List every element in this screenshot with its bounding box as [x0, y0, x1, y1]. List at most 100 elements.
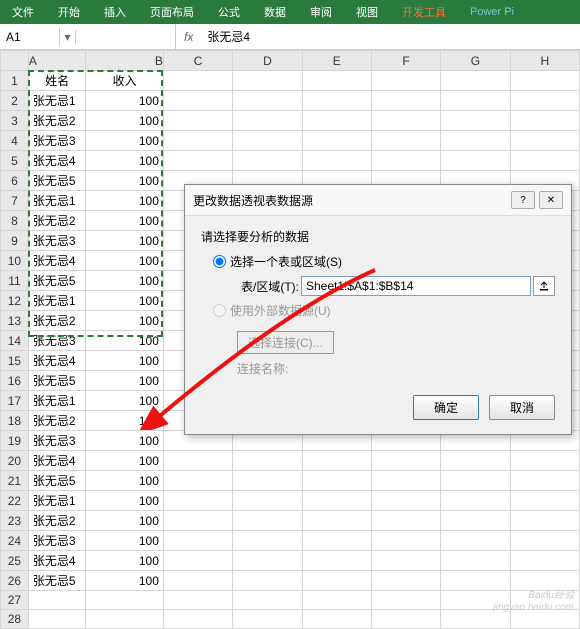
fx-icon[interactable]: fx	[176, 30, 201, 44]
tab-view[interactable]: 视图	[344, 0, 390, 24]
cell[interactable]	[163, 511, 232, 531]
cell[interactable]: 100	[86, 131, 163, 151]
cell[interactable]	[371, 511, 440, 531]
tab-data[interactable]: 数据	[252, 0, 298, 24]
cell[interactable]	[441, 131, 510, 151]
cell[interactable]	[441, 491, 510, 511]
cell[interactable]	[441, 151, 510, 171]
range-input[interactable]	[301, 276, 531, 296]
table-row[interactable]: 26张无忌5100	[1, 571, 580, 591]
cell[interactable]: 张无忌3	[28, 331, 86, 351]
table-row[interactable]: 3张无忌2100	[1, 111, 580, 131]
cell[interactable]: 张无忌1	[28, 191, 86, 211]
row-header[interactable]: 15	[1, 351, 29, 371]
row-header[interactable]: 25	[1, 551, 29, 571]
collapse-dialog-button[interactable]	[533, 276, 555, 296]
cell[interactable]	[163, 471, 232, 491]
row-header[interactable]: 18	[1, 411, 29, 431]
cell[interactable]: 100	[86, 171, 163, 191]
col-header-C[interactable]: C	[163, 51, 232, 71]
row-header[interactable]: 2	[1, 91, 29, 111]
row-header[interactable]: 12	[1, 291, 29, 311]
row-header[interactable]: 24	[1, 531, 29, 551]
cell[interactable]	[233, 151, 302, 171]
row-header[interactable]: 11	[1, 271, 29, 291]
cell[interactable]	[28, 591, 86, 610]
cell[interactable]	[163, 91, 232, 111]
cell[interactable]	[302, 131, 371, 151]
cell[interactable]: 张无忌4	[28, 151, 86, 171]
cell[interactable]	[510, 131, 579, 151]
cell[interactable]: 100	[86, 251, 163, 271]
row-header[interactable]: 3	[1, 111, 29, 131]
cell[interactable]: 张无忌2	[28, 211, 86, 231]
tab-formula[interactable]: 公式	[206, 0, 252, 24]
cell[interactable]	[441, 531, 510, 551]
table-row[interactable]: 5张无忌4100	[1, 151, 580, 171]
cell[interactable]	[233, 131, 302, 151]
cell[interactable]	[510, 111, 579, 131]
table-row[interactable]: 20张无忌4100	[1, 451, 580, 471]
cell[interactable]	[371, 610, 440, 629]
row-header[interactable]: 28	[1, 610, 29, 629]
cell[interactable]: 张无忌4	[28, 351, 86, 371]
cell[interactable]: 100	[86, 191, 163, 211]
cell[interactable]	[163, 491, 232, 511]
cell[interactable]	[233, 610, 302, 629]
row-header[interactable]: 4	[1, 131, 29, 151]
cell[interactable]: 张无忌5	[28, 371, 86, 391]
row-header[interactable]: 27	[1, 591, 29, 610]
cell[interactable]: 张无忌1	[28, 91, 86, 111]
select-all-corner[interactable]	[1, 51, 29, 71]
cell[interactable]	[371, 71, 440, 91]
ok-button[interactable]: 确定	[413, 395, 479, 420]
cell[interactable]	[302, 571, 371, 591]
cell[interactable]: 张无忌4	[28, 551, 86, 571]
cell[interactable]	[163, 531, 232, 551]
cell[interactable]	[163, 111, 232, 131]
cell[interactable]: 100	[86, 471, 163, 491]
cell[interactable]: 100	[86, 571, 163, 591]
cell[interactable]	[371, 151, 440, 171]
cell[interactable]	[302, 91, 371, 111]
cell[interactable]	[510, 471, 579, 491]
cell[interactable]: 100	[86, 511, 163, 531]
cell[interactable]	[233, 591, 302, 610]
cell[interactable]	[163, 610, 232, 629]
row-header[interactable]: 9	[1, 231, 29, 251]
cell[interactable]	[302, 471, 371, 491]
cell[interactable]	[510, 551, 579, 571]
cell[interactable]: 100	[86, 411, 163, 431]
row-header[interactable]: 19	[1, 431, 29, 451]
row-header[interactable]: 10	[1, 251, 29, 271]
cell[interactable]	[163, 71, 232, 91]
dialog-close-button[interactable]: ✕	[539, 191, 563, 209]
row-header[interactable]: 13	[1, 311, 29, 331]
cell[interactable]: 100	[86, 391, 163, 411]
cell[interactable]	[441, 71, 510, 91]
cell[interactable]: 张无忌2	[28, 411, 86, 431]
cell[interactable]	[233, 471, 302, 491]
cell[interactable]: 100	[86, 431, 163, 451]
cell[interactable]: 姓名	[28, 71, 86, 91]
tab-layout[interactable]: 页面布局	[138, 0, 206, 24]
cell[interactable]: 张无忌4	[28, 251, 86, 271]
cell[interactable]	[233, 91, 302, 111]
row-header[interactable]: 5	[1, 151, 29, 171]
tab-file[interactable]: 文件	[0, 0, 46, 24]
cell[interactable]	[371, 531, 440, 551]
cell[interactable]	[233, 571, 302, 591]
cell[interactable]	[371, 111, 440, 131]
cell[interactable]	[371, 131, 440, 151]
cell[interactable]	[233, 71, 302, 91]
row-header[interactable]: 23	[1, 511, 29, 531]
cell[interactable]	[233, 511, 302, 531]
name-box[interactable]: A1	[0, 28, 60, 46]
cell[interactable]	[441, 571, 510, 591]
cell[interactable]: 100	[86, 111, 163, 131]
cell[interactable]	[86, 591, 163, 610]
tab-review[interactable]: 审阅	[298, 0, 344, 24]
cell[interactable]	[233, 531, 302, 551]
cell[interactable]	[163, 131, 232, 151]
cell[interactable]	[302, 531, 371, 551]
